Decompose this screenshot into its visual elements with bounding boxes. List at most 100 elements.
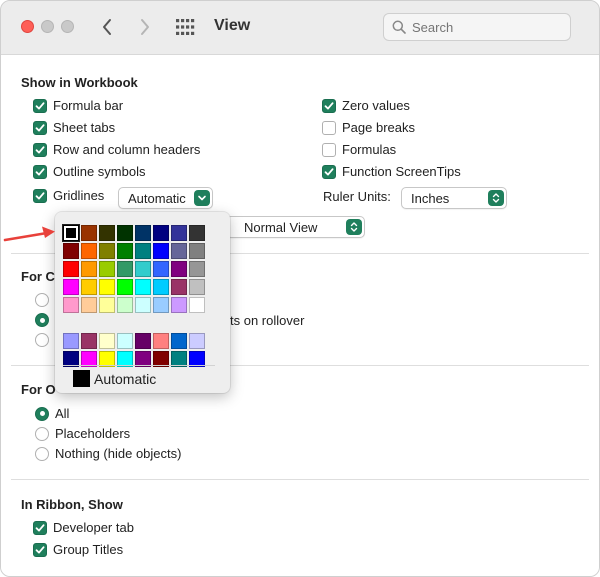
color-swatch[interactable] [99,261,115,277]
checkmark-icon [35,101,45,109]
zero-values-option[interactable]: Zero values [322,98,410,113]
color-swatch[interactable] [81,279,97,295]
color-swatch[interactable] [171,261,187,277]
color-swatch[interactable] [135,243,151,259]
color-swatch[interactable] [117,279,133,295]
color-swatch[interactable] [171,279,187,295]
color-swatch[interactable] [63,279,79,295]
color-swatch[interactable] [81,243,97,259]
color-swatch[interactable] [81,261,97,277]
color-swatch[interactable] [189,333,205,349]
comments-all-radio[interactable] [35,333,49,347]
gridline-color-select[interactable]: Automatic [118,187,213,209]
color-swatch[interactable] [63,225,79,241]
gridlines-checkbox[interactable] [33,188,47,203]
color-swatch[interactable] [153,261,169,277]
color-swatch[interactable] [117,225,133,241]
color-swatch[interactable] [81,333,97,349]
formulas-option[interactable]: Formulas [322,142,396,157]
back-button[interactable] [96,15,118,39]
color-swatch[interactable] [135,279,151,295]
color-swatch[interactable] [189,279,205,295]
formula-bar-checkbox[interactable] [33,98,47,113]
search-field[interactable] [383,13,571,41]
row-column-headers-checkbox[interactable] [33,142,47,157]
color-swatch[interactable] [117,243,133,259]
outline-symbols-option[interactable]: Outline symbols [33,164,145,179]
color-swatch[interactable] [135,225,151,241]
objects-all-radio[interactable] [35,406,49,421]
color-swatch[interactable] [99,279,115,295]
color-swatch[interactable] [153,333,169,349]
objects-placeholders-option[interactable]: Placeholders [35,426,130,441]
color-swatch[interactable] [153,297,169,313]
function-screentips-checkbox[interactable] [322,164,336,179]
comments-rollover-radio[interactable] [35,313,49,327]
color-swatch[interactable] [63,261,79,277]
color-swatch[interactable] [99,333,115,349]
zoom-window-button[interactable] [61,20,74,33]
objects-heading: For O [21,382,56,397]
color-swatch[interactable] [171,243,187,259]
color-swatch[interactable] [135,297,151,313]
gridline-color-popover: Automatic [55,212,230,393]
color-swatch[interactable] [189,243,205,259]
show-all-button[interactable] [175,17,195,37]
developer-tab-checkbox[interactable] [33,520,47,535]
gridlines-option[interactable]: Gridlines [33,188,104,203]
view-select[interactable]: Normal View [226,216,365,238]
sheet-tabs-option[interactable]: Sheet tabs [33,120,115,135]
color-swatch[interactable] [99,243,115,259]
outline-symbols-checkbox[interactable] [33,164,47,179]
objects-all-option[interactable]: All [35,406,69,421]
function-screentips-option[interactable]: Function ScreenTips [322,164,461,179]
zero-values-label: Zero values [342,98,410,113]
sheet-tabs-checkbox[interactable] [33,120,47,135]
color-swatch[interactable] [81,225,97,241]
color-swatch[interactable] [135,261,151,277]
row-column-headers-option[interactable]: Row and column headers [33,142,200,157]
up-down-chevron-icon [350,222,358,232]
automatic-color-option[interactable]: Automatic [73,370,156,387]
grid-icon [176,19,195,35]
minimize-window-button[interactable] [41,20,54,33]
page-breaks-checkbox[interactable] [322,120,336,135]
color-swatch[interactable] [63,333,79,349]
page-breaks-option[interactable]: Page breaks [322,120,415,135]
color-swatch[interactable] [99,297,115,313]
color-swatch[interactable] [153,225,169,241]
color-swatch[interactable] [171,333,187,349]
forward-button[interactable] [134,15,156,39]
search-input[interactable] [412,19,562,35]
ruler-units-value: Inches [411,190,450,206]
group-titles-checkbox[interactable] [33,542,47,557]
objects-placeholders-radio[interactable] [35,426,49,441]
checkmark-icon [35,191,45,199]
color-swatch[interactable] [189,297,205,313]
ruler-units-select[interactable]: Inches [401,187,507,209]
formula-bar-option[interactable]: Formula bar [33,98,123,113]
comments-none-radio[interactable] [35,293,49,307]
color-swatch[interactable] [153,243,169,259]
color-swatch[interactable] [171,297,187,313]
color-swatch[interactable] [171,225,187,241]
color-swatch[interactable] [189,225,205,241]
color-swatch[interactable] [63,297,79,313]
developer-tab-option[interactable]: Developer tab [33,520,134,535]
zero-values-checkbox[interactable] [322,98,336,113]
formulas-checkbox[interactable] [322,142,336,157]
color-swatch[interactable] [153,279,169,295]
close-window-button[interactable] [21,20,34,33]
group-titles-option[interactable]: Group Titles [33,542,123,557]
objects-nothing-option[interactable]: Nothing (hide objects) [35,446,181,461]
color-swatch[interactable] [135,333,151,349]
objects-nothing-radio[interactable] [35,446,49,461]
color-swatch[interactable] [81,297,97,313]
color-swatch[interactable] [99,225,115,241]
annotation-arrow-icon [3,226,55,242]
color-swatch[interactable] [117,297,133,313]
color-swatch[interactable] [189,261,205,277]
color-swatch[interactable] [63,243,79,259]
color-swatch[interactable] [117,333,133,349]
color-swatch[interactable] [117,261,133,277]
